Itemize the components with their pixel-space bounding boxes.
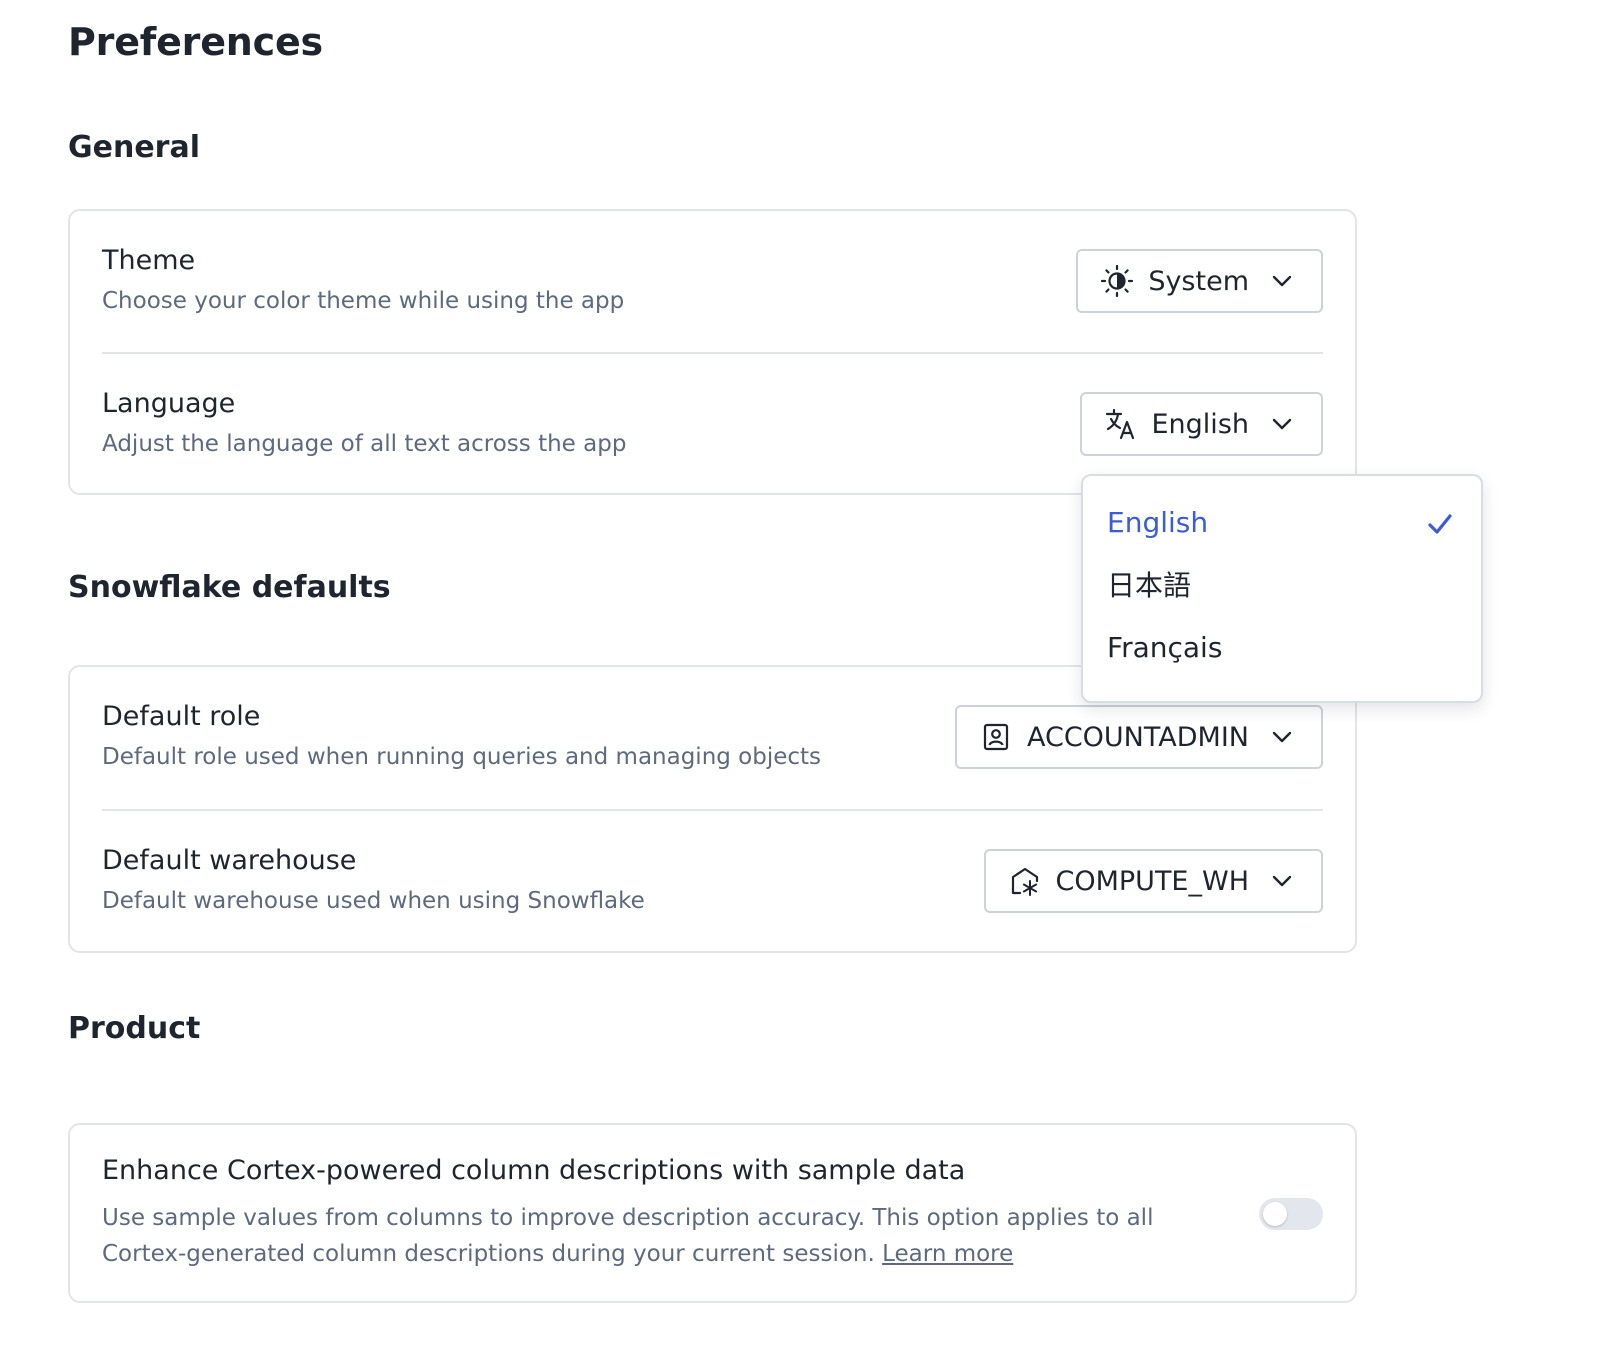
theme-title: Theme bbox=[102, 245, 196, 276]
default-role-title: Default role bbox=[102, 701, 261, 732]
translate-icon bbox=[1104, 407, 1138, 441]
default-role-description: Default role used when running queries a… bbox=[102, 744, 822, 770]
chevron-down-icon bbox=[1271, 413, 1293, 435]
option-label: English bbox=[1107, 505, 1209, 539]
user-badge-icon bbox=[979, 720, 1013, 754]
section-title-product: Product bbox=[68, 1011, 201, 1046]
default-role-select-value: ACCOUNTADMIN bbox=[1026, 721, 1249, 753]
default-warehouse-select-value: COMPUTE_WH bbox=[1055, 865, 1250, 897]
theme-select-value: System bbox=[1148, 265, 1249, 297]
language-select[interactable]: English bbox=[1079, 392, 1323, 456]
section-title-snowflake-defaults: Snowflake defaults bbox=[68, 570, 391, 605]
toggle-knob bbox=[1263, 1202, 1287, 1226]
product-card: Enhance Cortex-powered column descriptio… bbox=[68, 1123, 1357, 1303]
chevron-down-icon bbox=[1271, 270, 1293, 292]
sun-half-icon bbox=[1100, 264, 1134, 298]
language-option-english[interactable]: English bbox=[1107, 494, 1457, 550]
default-warehouse-title: Default warehouse bbox=[102, 845, 357, 876]
option-label: Français bbox=[1107, 630, 1223, 664]
default-warehouse-select[interactable]: COMPUTE_WH bbox=[983, 849, 1323, 913]
chevron-down-icon bbox=[1271, 870, 1293, 892]
section-title-general: General bbox=[68, 130, 200, 165]
learn-more-link[interactable]: Learn more bbox=[882, 1241, 1013, 1267]
checkmark-icon bbox=[1427, 510, 1453, 534]
cortex-setting-title: Enhance Cortex-powered column descriptio… bbox=[102, 1155, 966, 1186]
language-description: Adjust the language of all text across t… bbox=[102, 431, 627, 457]
page-title: Preferences bbox=[68, 20, 323, 64]
language-title: Language bbox=[102, 388, 236, 419]
snowflake-defaults-card: Default role Default role used when runn… bbox=[68, 665, 1357, 953]
default-warehouse-description: Default warehouse used when using Snowfl… bbox=[102, 888, 645, 914]
warehouse-snowflake-icon bbox=[1008, 864, 1042, 898]
language-option-french[interactable]: Français bbox=[1107, 619, 1457, 675]
option-label: 日本語 bbox=[1107, 569, 1192, 602]
language-select-value: English bbox=[1151, 408, 1250, 440]
cortex-setting-description: Use sample values from columns to improv… bbox=[102, 1200, 1162, 1272]
general-card: Theme Choose your color theme while usin… bbox=[68, 209, 1357, 495]
theme-row: Theme Choose your color theme while usin… bbox=[102, 211, 1323, 353]
default-role-select[interactable]: ACCOUNTADMIN bbox=[954, 705, 1323, 769]
language-option-japanese[interactable]: 日本語 bbox=[1107, 556, 1457, 612]
language-dropdown-menu: English 日本語 Français bbox=[1081, 474, 1483, 703]
cortex-sample-data-toggle[interactable] bbox=[1259, 1198, 1323, 1230]
default-warehouse-row: Default warehouse Default warehouse used… bbox=[102, 811, 1323, 953]
chevron-down-icon bbox=[1271, 726, 1293, 748]
theme-select[interactable]: System bbox=[1076, 249, 1323, 313]
theme-description: Choose your color theme while using the … bbox=[102, 288, 625, 314]
